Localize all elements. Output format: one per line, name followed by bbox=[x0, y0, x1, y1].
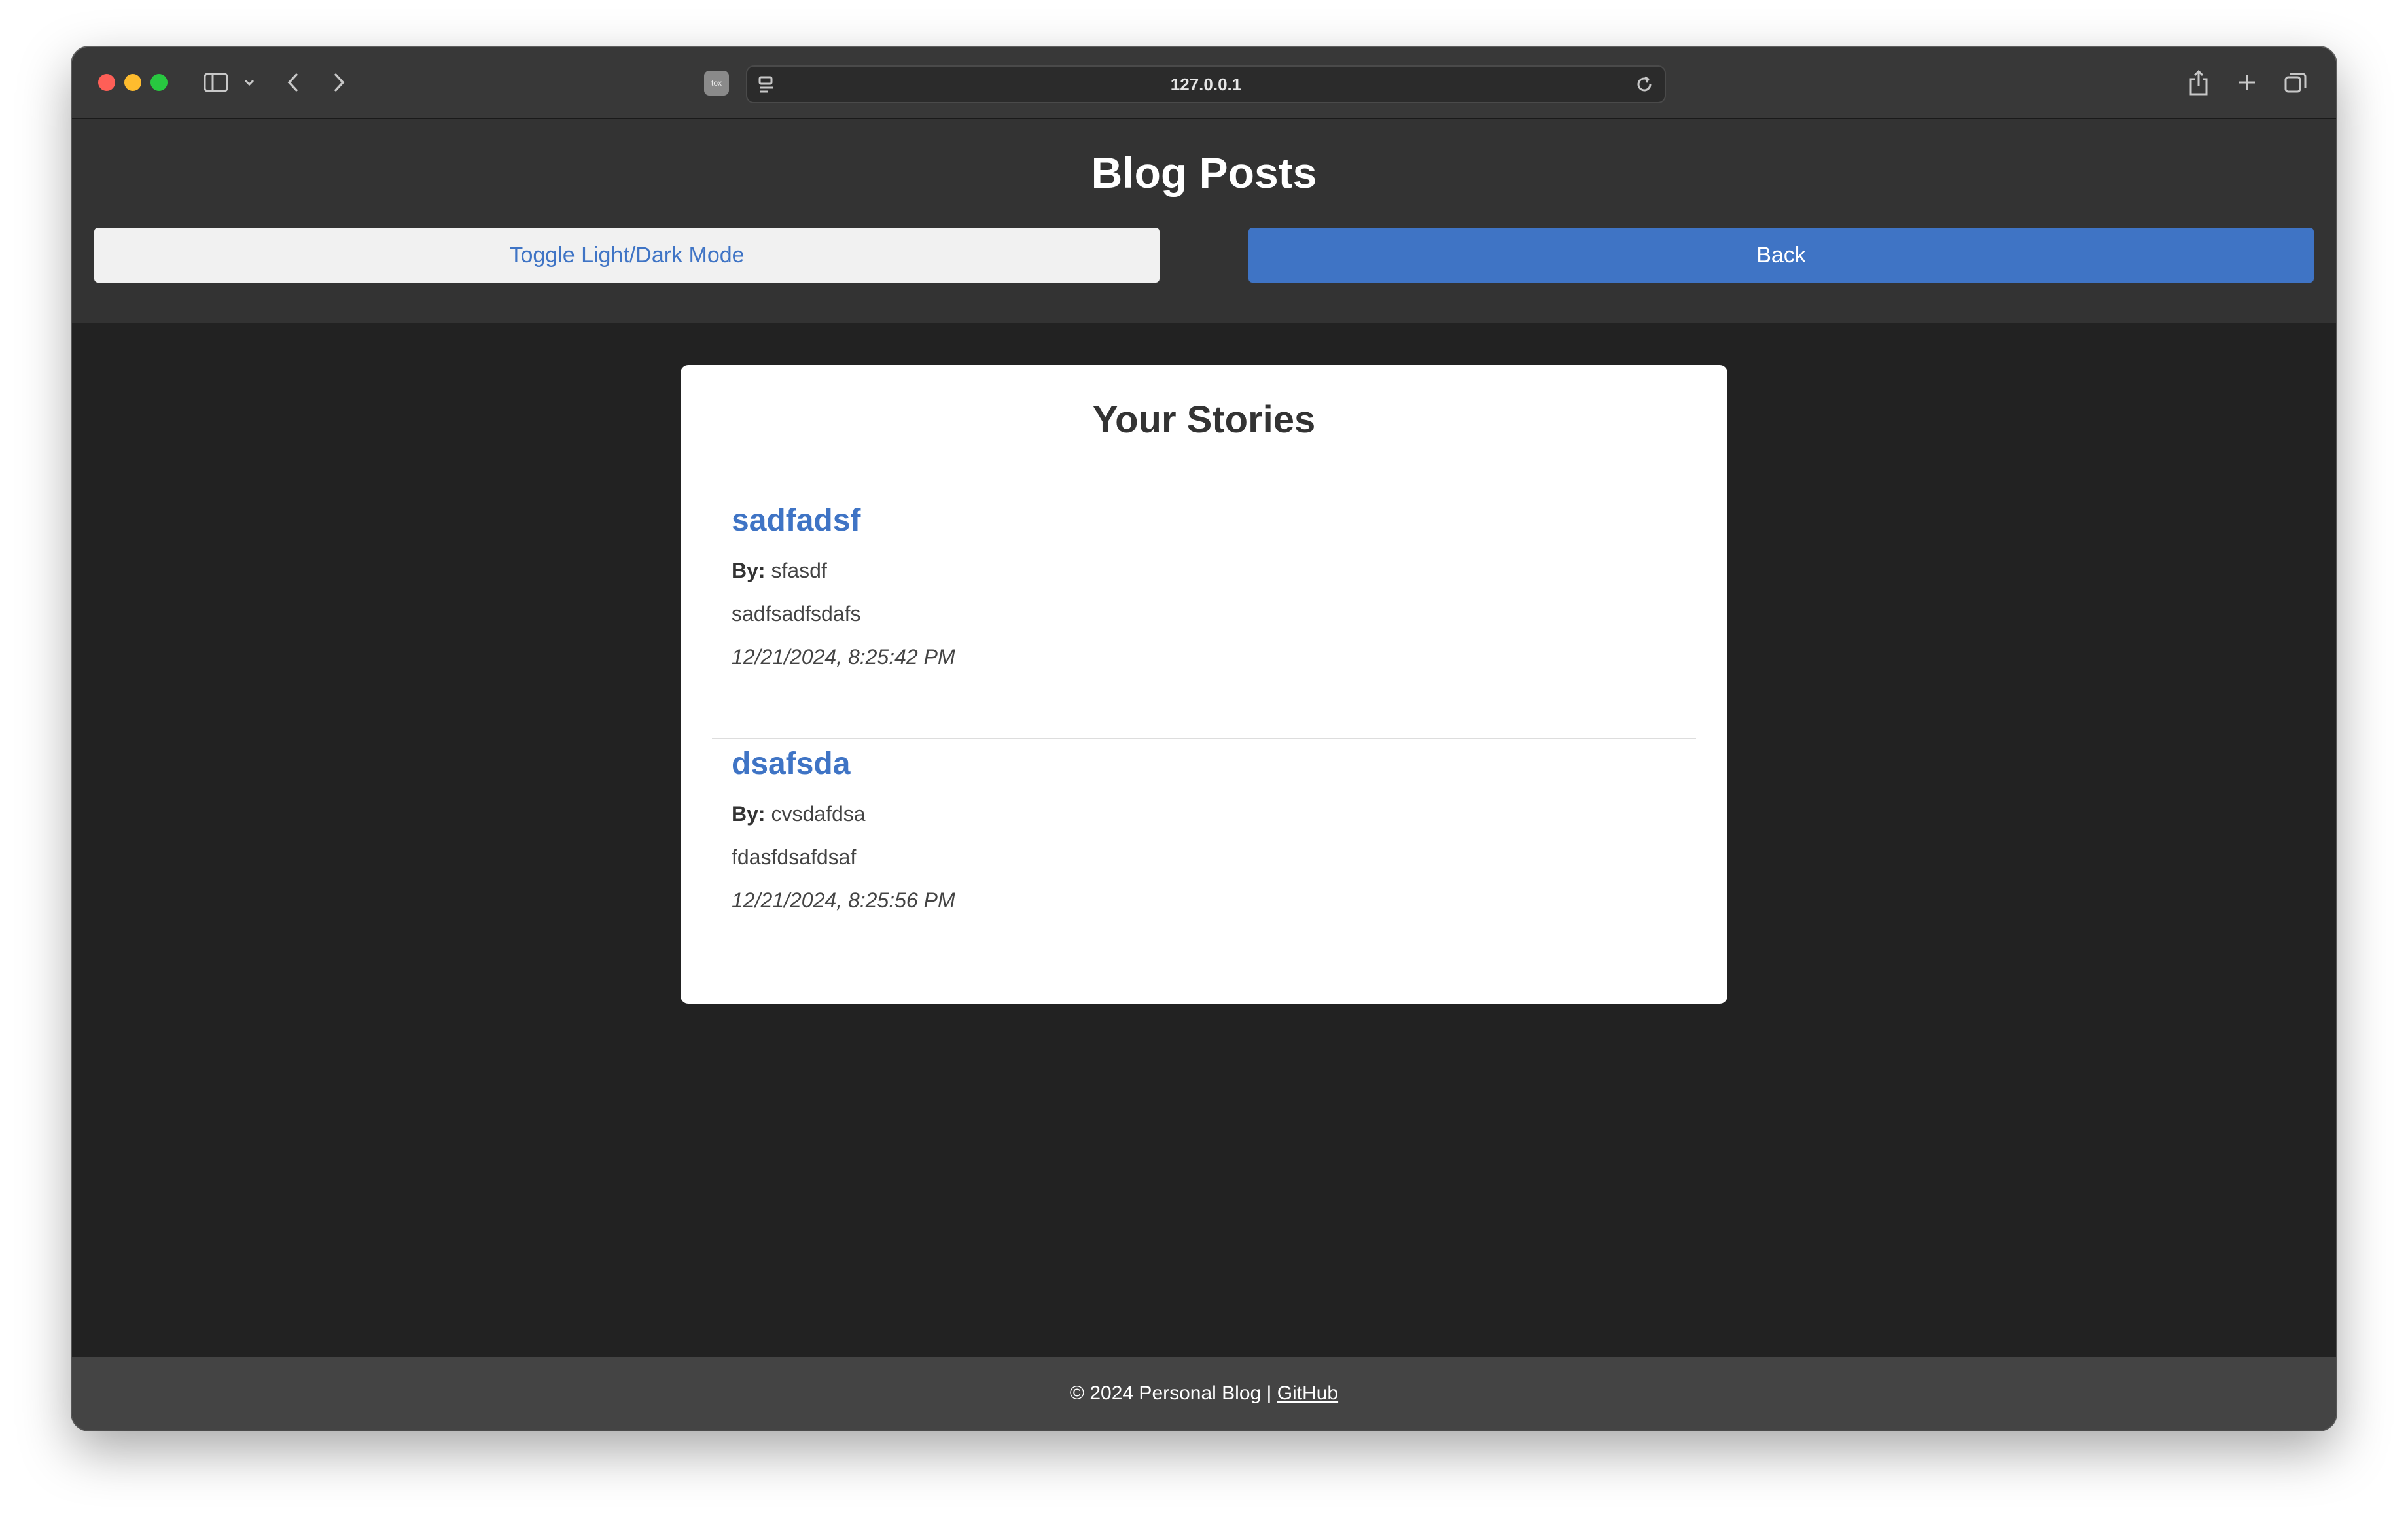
reload-icon[interactable] bbox=[1633, 73, 1656, 96]
story-title-link[interactable]: sadfadsf bbox=[732, 502, 860, 538]
github-link[interactable]: GitHub bbox=[1277, 1382, 1338, 1405]
story-author: By: sfasdf bbox=[732, 559, 827, 583]
story-item: dsafsda By: cvsdafdsa fdasfdsafdsaf 12/2… bbox=[712, 746, 1696, 955]
story-content: sadfsadfsdafs bbox=[732, 602, 861, 625]
site-header: Blog Posts Toggle Light/Dark Mode Back bbox=[72, 119, 2336, 323]
sidebar-icon[interactable] bbox=[200, 67, 232, 98]
forward-arrow-icon[interactable] bbox=[325, 67, 353, 98]
stories-card: Your Stories sadfadsf By: sfasdf sadfsad… bbox=[681, 365, 1727, 1004]
author-label: By: bbox=[732, 559, 766, 582]
author-name: cvsdafdsa bbox=[771, 802, 866, 826]
site-footer: © 2024 Personal Blog | GitHub bbox=[72, 1357, 2336, 1430]
minimize-window-button[interactable] bbox=[124, 74, 141, 91]
page-title: Blog Posts bbox=[1091, 149, 1317, 197]
back-arrow-icon[interactable] bbox=[279, 67, 308, 98]
zoom-window-button[interactable] bbox=[150, 74, 168, 91]
author-label: By: bbox=[732, 802, 766, 826]
main-content: Your Stories sadfadsf By: sfasdf sadfsad… bbox=[72, 323, 2336, 1357]
new-tab-icon[interactable] bbox=[2231, 67, 2263, 98]
copyright-text: © 2024 Personal Blog | bbox=[1069, 1382, 1272, 1404]
story-date: 12/21/2024, 8:25:56 PM bbox=[732, 888, 955, 912]
story-author: By: cvsdafdsa bbox=[732, 802, 866, 826]
story-content: fdasfdsafdsaf bbox=[732, 845, 857, 869]
close-window-button[interactable] bbox=[98, 74, 115, 91]
stories-heading: Your Stories bbox=[1092, 398, 1316, 441]
share-icon[interactable] bbox=[2183, 67, 2214, 98]
tab-overview-icon[interactable] bbox=[2280, 67, 2311, 98]
browser-toolbar: tox 127.0.0.1 bbox=[72, 47, 2336, 119]
story-date: 12/21/2024, 8:25:42 PM bbox=[732, 645, 955, 669]
site-favicon-icon[interactable]: tox bbox=[704, 71, 729, 96]
author-name: sfasdf bbox=[771, 559, 827, 582]
chevron-down-icon[interactable] bbox=[239, 67, 259, 98]
address-bar[interactable]: 127.0.0.1 bbox=[746, 65, 1666, 103]
story-item: sadfadsf By: sfasdf sadfsadfsdafs 12/21/… bbox=[712, 502, 1696, 739]
back-button[interactable]: Back bbox=[1248, 228, 2314, 283]
browser-window: tox 127.0.0.1 Blog Posts Toggle Light/Da… bbox=[72, 47, 2336, 1430]
toggle-theme-button[interactable]: Toggle Light/Dark Mode bbox=[94, 228, 1160, 283]
story-title-link[interactable]: dsafsda bbox=[732, 746, 850, 782]
url-text: 127.0.0.1 bbox=[1170, 75, 1242, 94]
